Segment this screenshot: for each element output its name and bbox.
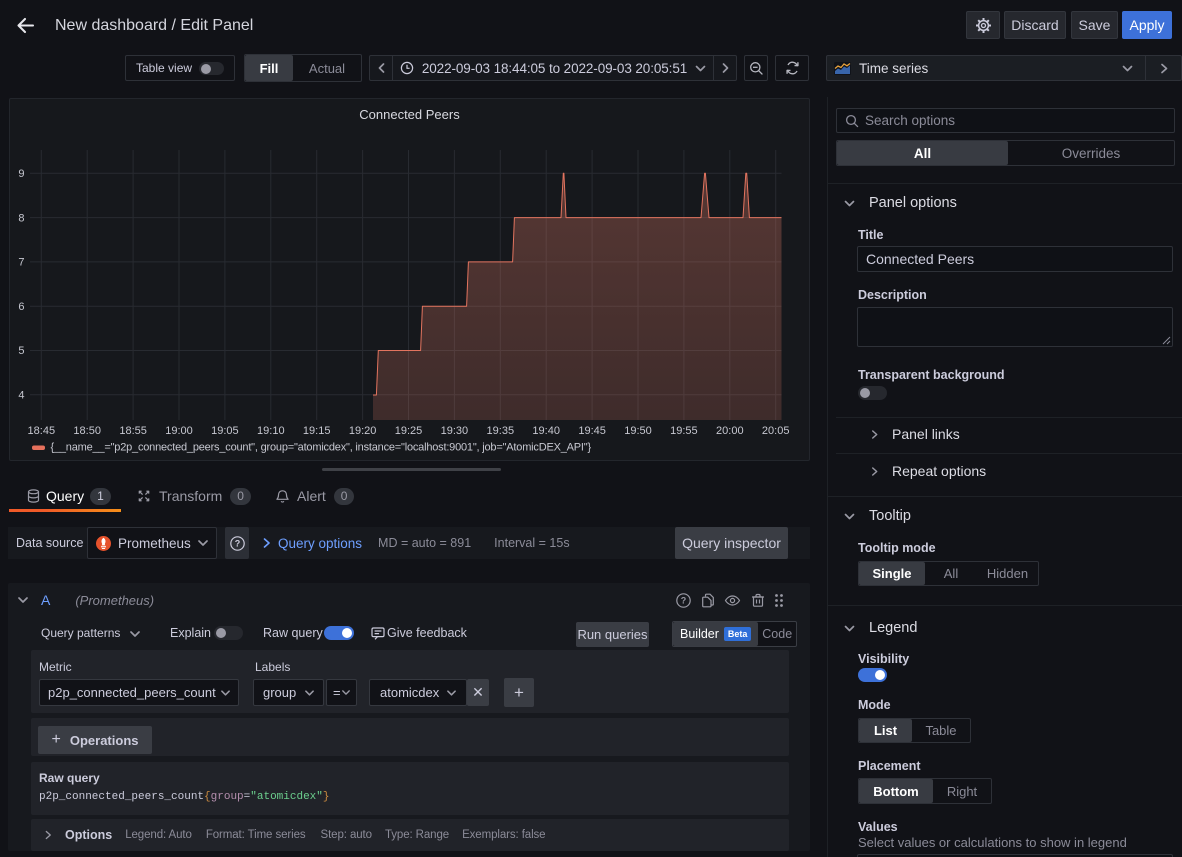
svg-text:19:20: 19:20 [349, 425, 377, 437]
svg-text:18:50: 18:50 [73, 425, 101, 437]
svg-text:19:35: 19:35 [487, 425, 515, 437]
svg-text:19:05: 19:05 [211, 425, 239, 437]
svg-text:6: 6 [18, 301, 24, 313]
svg-text:19:25: 19:25 [395, 425, 423, 437]
svg-text:19:55: 19:55 [670, 425, 698, 437]
svg-text:19:10: 19:10 [257, 425, 285, 437]
svg-text:8: 8 [18, 212, 24, 224]
svg-text:5: 5 [18, 345, 24, 357]
svg-text:?: ? [234, 538, 240, 548]
svg-text:7: 7 [18, 257, 24, 269]
svg-text:19:00: 19:00 [165, 425, 193, 437]
svg-text:18:45: 18:45 [28, 425, 56, 437]
svg-text:19:50: 19:50 [624, 425, 652, 437]
svg-text:19:30: 19:30 [441, 425, 469, 437]
svg-text:19:40: 19:40 [532, 425, 560, 437]
svg-text:9: 9 [18, 168, 24, 180]
svg-text:19:15: 19:15 [303, 425, 331, 437]
svg-text:20:05: 20:05 [762, 425, 790, 437]
svg-text:20:00: 20:00 [716, 425, 744, 437]
svg-text:18:55: 18:55 [119, 425, 147, 437]
svg-text:?: ? [681, 596, 687, 606]
svg-text:4: 4 [18, 390, 24, 402]
svg-text:{__name__="p2p_connected_peers: {__name__="p2p_connected_peers_count", g… [51, 442, 592, 454]
svg-text:19:45: 19:45 [578, 425, 606, 437]
